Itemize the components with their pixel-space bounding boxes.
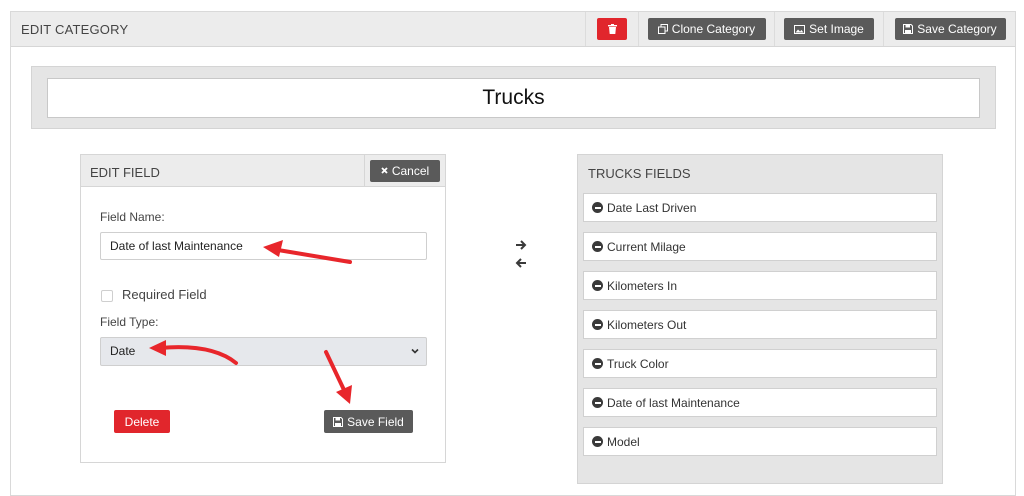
category-fields-header: TRUCKS FIELDS bbox=[578, 155, 942, 187]
delete-cell bbox=[585, 12, 638, 46]
edit-field-title: EDIT FIELD bbox=[90, 165, 160, 180]
cancel-button[interactable]: Cancel bbox=[370, 159, 440, 182]
remove-icon[interactable] bbox=[592, 202, 603, 213]
field-list-item[interactable]: Kilometers Out bbox=[583, 310, 937, 339]
copy-icon bbox=[657, 24, 668, 34]
floppy-disk-icon bbox=[333, 416, 344, 427]
field-type-label: Field Type: bbox=[100, 315, 159, 329]
save-category-button[interactable]: Save Category bbox=[894, 18, 1006, 40]
cancel-cell: Cancel bbox=[364, 155, 445, 186]
remove-icon[interactable] bbox=[592, 241, 603, 252]
delete-field-label: Delete bbox=[124, 414, 160, 429]
field-list-item[interactable]: Kilometers In bbox=[583, 271, 937, 300]
field-list-item[interactable]: Current Milage bbox=[583, 232, 937, 261]
set-image-label: Set Image bbox=[809, 22, 864, 36]
field-list-item[interactable]: Model bbox=[583, 427, 937, 456]
clone-category-label: Clone Category bbox=[671, 22, 756, 36]
clone-cell: Clone Category bbox=[638, 12, 774, 46]
field-list-item-label: Kilometers In bbox=[607, 278, 678, 293]
floppy-disk-icon bbox=[903, 24, 914, 34]
category-fields-title: TRUCKS FIELDS bbox=[588, 166, 691, 181]
panel-header: EDIT CATEGORY Clone Category Set Image S… bbox=[11, 12, 1015, 47]
save-category-cell: Save Category bbox=[883, 12, 1016, 46]
field-type-value: Date bbox=[110, 344, 136, 358]
edit-category-panel: EDIT CATEGORY Clone Category Set Image S… bbox=[10, 11, 1016, 496]
set-image-cell: Set Image bbox=[774, 12, 883, 46]
edit-field-panel: EDIT FIELD Cancel Field Name: Date of la… bbox=[80, 154, 446, 463]
save-field-button[interactable]: Save Field bbox=[324, 410, 413, 433]
delete-category-button[interactable] bbox=[597, 18, 627, 40]
close-icon bbox=[381, 167, 388, 174]
field-list-item[interactable]: Truck Color bbox=[583, 349, 937, 378]
remove-icon[interactable] bbox=[592, 358, 603, 369]
move-arrows bbox=[515, 240, 527, 268]
delete-field-button[interactable]: Delete bbox=[114, 410, 170, 433]
save-category-label: Save Category bbox=[917, 22, 997, 36]
category-fields-panel: TRUCKS FIELDS Date Last Driven Current M… bbox=[577, 154, 943, 484]
page-title: EDIT CATEGORY bbox=[21, 22, 129, 37]
category-name-wrapper: Trucks bbox=[31, 66, 996, 129]
category-name-input[interactable]: Trucks bbox=[47, 78, 980, 118]
field-type-select[interactable]: Date bbox=[100, 337, 427, 366]
required-field-label: Required Field bbox=[122, 287, 207, 302]
remove-icon[interactable] bbox=[592, 280, 603, 291]
field-list-item-label: Date of last Maintenance bbox=[607, 395, 740, 410]
chevron-down-icon bbox=[411, 348, 419, 354]
arrow-right-icon[interactable] bbox=[516, 240, 527, 250]
field-list-item-label: Model bbox=[607, 434, 640, 449]
arrow-left-icon[interactable] bbox=[515, 258, 526, 268]
field-list-item[interactable]: Date Last Driven bbox=[583, 193, 937, 222]
field-list-item-label: Kilometers Out bbox=[607, 317, 687, 332]
remove-icon[interactable] bbox=[592, 319, 603, 330]
field-name-input[interactable]: Date of last Maintenance bbox=[100, 232, 427, 260]
trash-icon bbox=[607, 24, 617, 34]
field-list-item-label: Date Last Driven bbox=[607, 200, 697, 215]
field-list-item-label: Truck Color bbox=[607, 356, 669, 371]
edit-field-header: EDIT FIELD Cancel bbox=[81, 155, 445, 187]
cancel-label: Cancel bbox=[391, 163, 430, 178]
remove-icon[interactable] bbox=[592, 397, 603, 408]
clone-category-button[interactable]: Clone Category bbox=[647, 18, 766, 40]
save-field-label: Save Field bbox=[347, 414, 404, 429]
image-icon bbox=[794, 24, 806, 34]
required-field-checkbox[interactable] bbox=[101, 290, 113, 302]
remove-icon[interactable] bbox=[592, 436, 603, 447]
field-name-label: Field Name: bbox=[100, 210, 165, 224]
set-image-button[interactable]: Set Image bbox=[784, 18, 874, 40]
field-list-item[interactable]: Date of last Maintenance bbox=[583, 388, 937, 417]
field-list-item-label: Current Milage bbox=[607, 239, 686, 254]
